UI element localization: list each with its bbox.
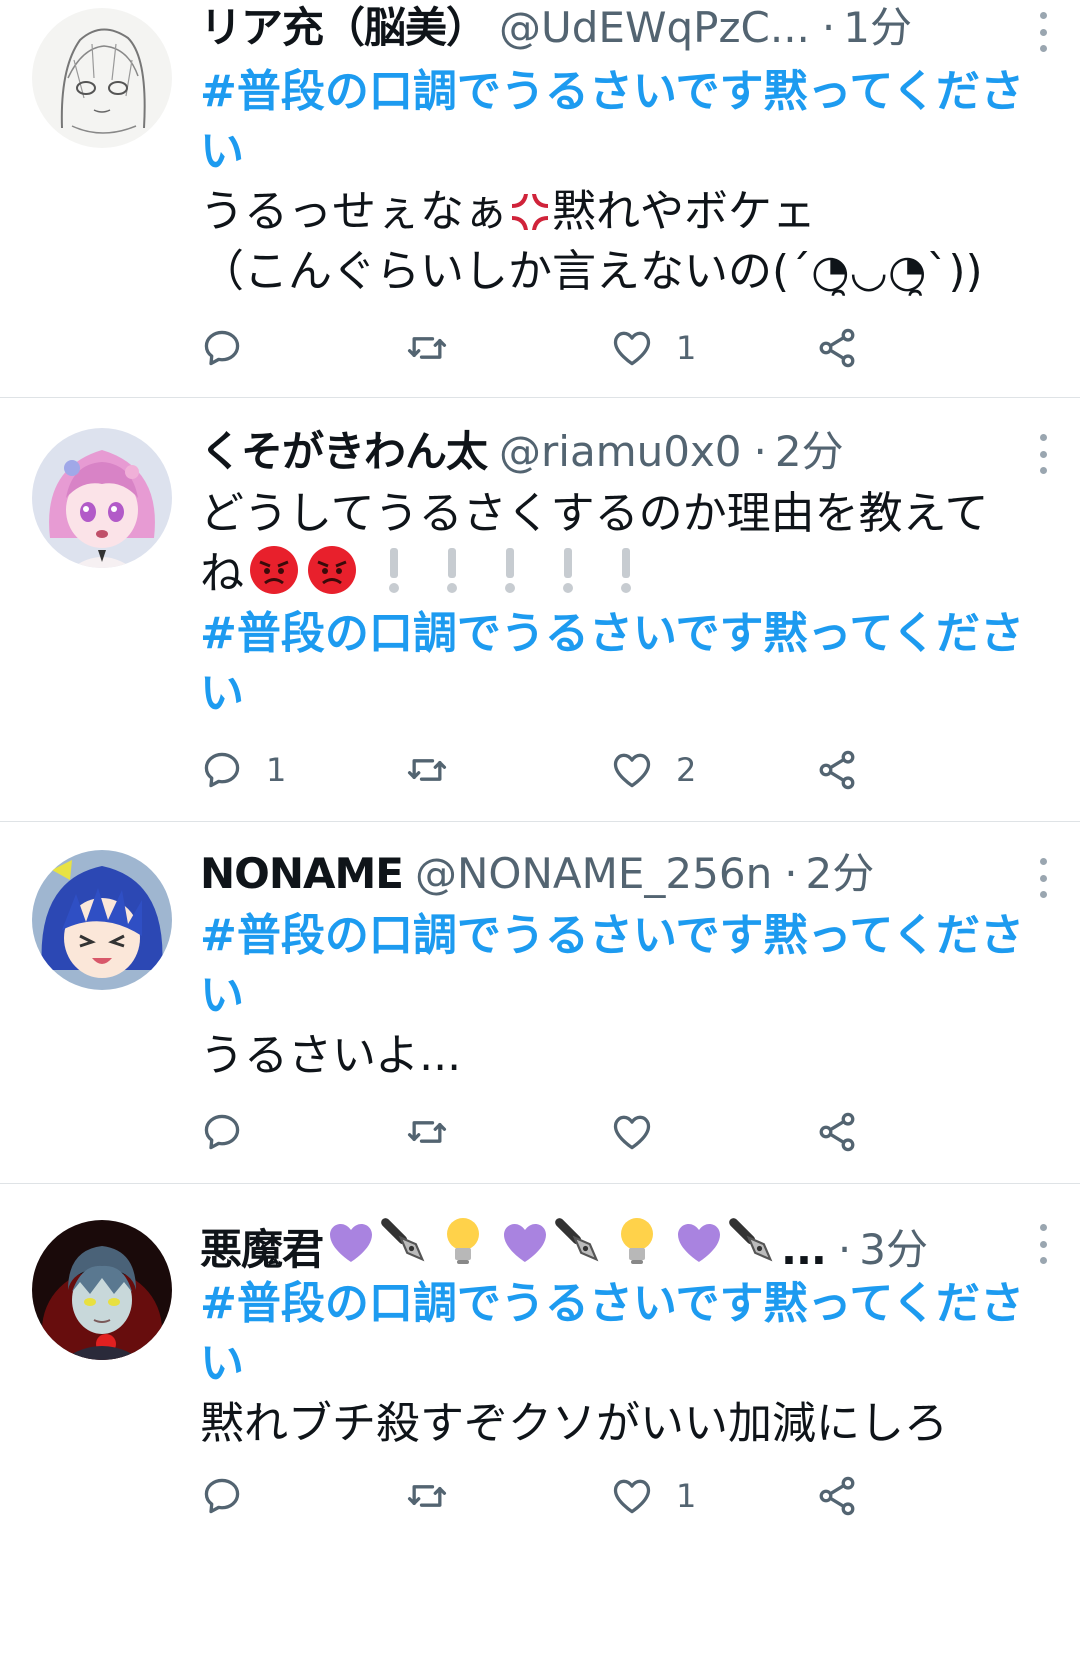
reply-button[interactable]: 1 (200, 740, 286, 800)
reply-icon (204, 1114, 240, 1150)
more-vertical-icon[interactable] (1036, 12, 1050, 52)
reply-icon (204, 1478, 240, 1514)
avatar[interactable] (32, 8, 172, 148)
share-button[interactable] (815, 318, 859, 378)
timestamp[interactable]: 3分 (859, 1222, 928, 1270)
avatar[interactable] (32, 850, 172, 990)
display-name[interactable]: くそがきわん太 (200, 424, 488, 480)
hashtag-link[interactable]: #普段の口調でうるさいです黙ってください (200, 906, 1030, 1026)
tweet-feed: リア充（脳美） @UdEWqPzC... · 1分 #普段の口調でうるさいです黙… (0, 0, 1080, 1584)
timestamp[interactable]: 2分 (806, 846, 875, 902)
angry-face-icon (308, 546, 356, 594)
separator: · (784, 849, 798, 898)
share-button[interactable] (815, 740, 859, 800)
like-button[interactable]: 1 (610, 318, 696, 378)
separator: · (837, 1225, 852, 1270)
display-name[interactable]: 悪魔君 (200, 1222, 324, 1270)
tweet-header: リア充（脳美） @UdEWqPzC... · 1分 (200, 0, 1030, 56)
tweet-body-start: うるっせぇなぁ (200, 186, 508, 237)
purple-heart-icon (330, 1224, 373, 1262)
tweet[interactable]: 悪魔君 ... · 3分 #普段の口調でうるさいです黙ってください 黙れブチ殺す (0, 1184, 1080, 1584)
heart-icon (613, 1115, 651, 1150)
user-handle[interactable]: @riamu0x0 (499, 424, 742, 480)
tweet-actions: 1 2 (200, 740, 900, 800)
purple-heart-icon (504, 1224, 547, 1262)
more-vertical-icon[interactable] (1036, 434, 1050, 474)
retweet-icon (407, 1485, 447, 1507)
display-name[interactable]: NONAME (200, 846, 404, 902)
retweet-button[interactable] (405, 1466, 471, 1526)
tweet-text: #普段の口調でうるさいです黙ってください うるさいよ... (200, 906, 1030, 1086)
exclamation-icon (389, 548, 631, 593)
reply-button[interactable] (200, 1102, 266, 1162)
reply-button[interactable] (200, 318, 266, 378)
tweet-header: 悪魔君 ... · 3分 (200, 1214, 1030, 1270)
share-icon (819, 328, 855, 368)
share-icon (819, 1112, 855, 1152)
light-bulb-icon (621, 1218, 654, 1264)
more-vertical-icon[interactable] (1036, 1224, 1050, 1264)
heart-icon (613, 753, 651, 788)
timestamp[interactable]: 1分 (843, 0, 912, 56)
like-button[interactable]: 1 (610, 1466, 696, 1526)
tweet-actions: 1 (200, 318, 900, 378)
tweet-text: どうしてうるさくするのか理由を教えてね #普段の口調でうるさいです黙ってください (200, 484, 1030, 724)
tweet-body: どうしてうるさくするのか理由を教えてね (200, 484, 1030, 604)
separator: · (821, 3, 836, 52)
avatar[interactable] (32, 428, 172, 568)
name-emoji-badges (327, 1214, 779, 1270)
tweet-body: うるさいよ... (200, 1030, 462, 1081)
fountain-pen-icon (381, 1218, 425, 1262)
reply-button[interactable] (200, 1466, 266, 1526)
tweet-body: 黙れブチ殺すぞクソがいい加減にしろ (200, 1398, 948, 1449)
tweet-actions: 1 (200, 1466, 900, 1526)
retweet-button[interactable] (405, 1102, 471, 1162)
tweet-header: NONAME @NONAME_256n · 2分 (200, 846, 1030, 902)
more-vertical-icon[interactable] (1036, 858, 1050, 898)
avatar[interactable] (32, 1220, 172, 1360)
display-name[interactable]: リア充（脳美） (200, 0, 488, 56)
tweet-actions (200, 1102, 900, 1162)
fountain-pen-icon (729, 1218, 773, 1262)
heart-icon (613, 331, 651, 366)
tweet-body: うるっせぇなぁ 黙れやボケェ （こんぐらいしか言えないの(´◔̯◡◔̯`)) (200, 182, 1030, 302)
user-handle[interactable]: @UdEWqPzC... (499, 0, 810, 56)
heart-icon (613, 1479, 651, 1514)
light-bulb-icon (447, 1218, 480, 1264)
share-button[interactable] (815, 1102, 859, 1162)
timestamp[interactable]: 2分 (775, 424, 844, 480)
share-button[interactable] (815, 1466, 859, 1526)
share-icon (819, 750, 855, 790)
hashtag-link[interactable]: #普段の口調でうるさいです黙ってください (200, 1274, 1030, 1394)
tweet-text: #普段の口調でうるさいです黙ってください 黙れブチ殺すぞクソがいい加減にしろ (200, 1274, 1030, 1454)
name-ellipsis: ... (781, 1225, 827, 1270)
tweet-header: くそがきわん太 @riamu0x0 · 2分 (200, 424, 1030, 480)
retweet-icon (407, 337, 447, 359)
reply-count: 1 (266, 751, 287, 789)
retweet-button[interactable] (405, 318, 471, 378)
anger-symbol-icon (512, 194, 548, 230)
reply-icon (204, 752, 240, 788)
like-button[interactable]: 2 (610, 740, 696, 800)
tweet[interactable]: リア充（脳美） @UdEWqPzC... · 1分 #普段の口調でうるさいです黙… (0, 0, 1080, 398)
separator: · (753, 427, 767, 476)
like-button[interactable] (610, 1102, 676, 1162)
like-count: 1 (676, 329, 697, 367)
retweet-icon (407, 759, 447, 781)
tweet[interactable]: くそがきわん太 @riamu0x0 · 2分 どうしてうるさくするのか理由を教え… (0, 398, 1080, 822)
like-count: 1 (676, 1477, 697, 1515)
retweet-button[interactable] (405, 740, 471, 800)
hashtag-link[interactable]: #普段の口調でうるさいです黙ってください (200, 604, 1030, 724)
hashtag-link[interactable]: #普段の口調でうるさいです黙ってください (200, 62, 1030, 182)
like-count: 2 (676, 751, 697, 789)
user-handle[interactable]: @NONAME_256n (415, 846, 772, 902)
share-icon (819, 1476, 855, 1516)
fountain-pen-icon (555, 1218, 599, 1262)
tweet-text: #普段の口調でうるさいです黙ってください うるっせぇなぁ 黙れやボケェ （こんぐら… (200, 62, 1030, 302)
reply-icon (204, 330, 240, 366)
tweet[interactable]: NONAME @NONAME_256n · 2分 #普段の口調でうるさいです黙っ… (0, 822, 1080, 1184)
purple-heart-icon (678, 1224, 721, 1262)
angry-face-icon (250, 546, 298, 594)
retweet-icon (407, 1121, 447, 1143)
